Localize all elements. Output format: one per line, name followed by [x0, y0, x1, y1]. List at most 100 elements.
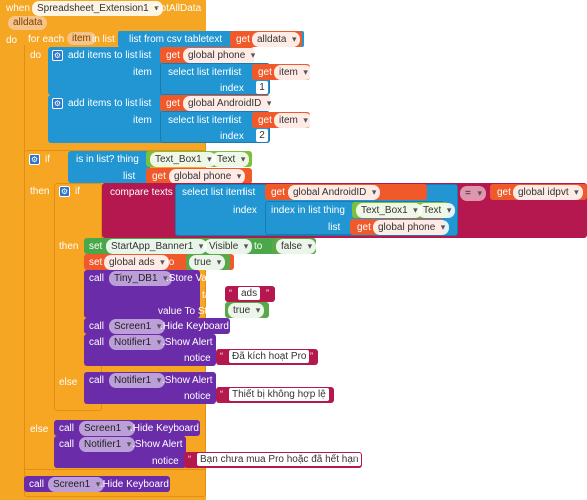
close-quote-icon: ”	[326, 389, 329, 399]
show-alert-label: .Show Alert	[162, 375, 213, 386]
list-from-csv-label: list from csv table	[129, 34, 207, 45]
notifier-component-dropdown[interactable]: Notifier1	[109, 335, 166, 350]
get-item-dropdown[interactable]: item	[274, 65, 312, 80]
get-phone-dropdown[interactable]: global phone	[169, 169, 246, 184]
add-list-label: list	[139, 50, 152, 61]
close-quote-icon: ”	[266, 288, 269, 298]
notice-label: notice	[184, 353, 211, 364]
if-label: if	[75, 186, 80, 197]
screen-component-dropdown[interactable]: Screen1	[79, 421, 136, 436]
list-label: list	[328, 222, 341, 233]
select-list-item-label: select list item	[182, 187, 245, 198]
textbox-property-dropdown[interactable]: Text	[418, 203, 456, 218]
else-label: else	[30, 424, 49, 435]
show-alert-label: .Show Alert	[132, 439, 183, 450]
get-label: get	[258, 67, 272, 78]
index-number[interactable]: 1	[256, 81, 268, 94]
event-component-dropdown[interactable]: Spreadsheet_Extension1	[32, 1, 163, 16]
textbox-component-dropdown[interactable]: Text_Box1	[356, 203, 422, 218]
banner-component-dropdown[interactable]: StartApp_Banner1	[106, 239, 208, 254]
global-ads-dropdown[interactable]: global ads	[104, 255, 169, 270]
true-dropdown[interactable]: true	[228, 303, 265, 318]
notice-label: notice	[184, 391, 211, 402]
else-label: else	[59, 377, 78, 388]
get-label: get	[357, 222, 371, 233]
value-to-store-label: value To Store	[158, 306, 222, 317]
set-label: set	[89, 257, 103, 268]
get-label: get	[152, 171, 166, 182]
index-in-list-label: index in list thing	[271, 205, 345, 216]
index-label: index	[220, 83, 244, 94]
mutator-gear-icon[interactable]: ⚙	[59, 186, 70, 197]
get-label: get	[166, 98, 180, 109]
mutator-gear-icon[interactable]: ⚙	[52, 50, 63, 61]
add-items-label: add items to list	[68, 98, 138, 109]
get-label: get	[258, 115, 272, 126]
open-quote-icon: “	[220, 389, 223, 399]
get-alldata-dropdown[interactable]: alldata	[252, 32, 301, 47]
get-idpvt-dropdown[interactable]: global idpvt	[513, 185, 583, 200]
item-label: item	[133, 67, 152, 78]
item-label: item	[133, 115, 152, 126]
notifier-component-dropdown[interactable]: Notifier1	[79, 437, 136, 452]
select-list-label: list	[229, 67, 242, 78]
compare-texts-label: compare texts	[110, 187, 173, 198]
close-quote-icon: ”	[354, 454, 357, 464]
if-label: if	[45, 154, 50, 165]
tinydb-component-dropdown[interactable]: Tiny_DB1	[109, 271, 172, 286]
open-quote-icon: “	[220, 351, 223, 361]
text-label: text	[206, 34, 223, 45]
foreach-do-label: do	[30, 50, 42, 61]
call-label: call	[89, 337, 105, 348]
hide-keyboard-label: .Hide Keyboard	[100, 479, 169, 490]
get-label: get	[271, 187, 285, 198]
show-alert-label: .Show Alert	[162, 337, 213, 348]
compare-operator-dropdown[interactable]: =	[460, 186, 486, 201]
tag-label: tag	[202, 290, 216, 301]
set-label: set	[89, 241, 103, 252]
screen-component-dropdown[interactable]: Screen1	[109, 319, 166, 334]
store-value-label: .Store Value	[166, 273, 221, 284]
true-dropdown[interactable]: true	[189, 255, 226, 270]
mutator-gear-icon[interactable]: ⚙	[52, 98, 63, 109]
tag-text-value[interactable]: ads	[238, 287, 261, 300]
open-quote-icon: “	[229, 288, 232, 298]
then-label: then	[30, 186, 50, 197]
notice-text-value[interactable]: Thiết bị không hợp lệ	[229, 388, 329, 401]
select-list-item-label: select list item	[168, 115, 231, 126]
get-androidid-dropdown[interactable]: global AndroidID	[288, 185, 381, 200]
event-name-label: .GotAllData	[150, 3, 202, 14]
call-label: call	[29, 479, 45, 490]
hide-keyboard-label: .Hide Keyboard	[130, 423, 199, 434]
textbox-property-dropdown[interactable]: Text	[212, 152, 250, 167]
select-list-label: list	[243, 187, 256, 198]
screen-component-dropdown[interactable]: Screen1	[48, 477, 105, 492]
mutator-gear-icon[interactable]: ⚙	[29, 154, 40, 165]
visible-property-dropdown[interactable]: Visible	[204, 239, 253, 254]
foreach-label: for each	[28, 34, 65, 45]
notice-label: notice	[152, 456, 179, 467]
call-label: call	[89, 321, 105, 332]
get-label: get	[166, 50, 180, 61]
alldata-param[interactable]: alldata	[8, 16, 48, 30]
call-label: call	[59, 439, 75, 450]
do-label: do	[6, 35, 18, 46]
notice-text-value[interactable]: Đã kích hoạt Pro	[229, 350, 310, 363]
then-label: then	[59, 241, 79, 252]
get-phone-dropdown[interactable]: global phone	[373, 220, 450, 235]
index-label: index	[220, 131, 244, 142]
get-androidid-dropdown[interactable]: global AndroidID	[183, 96, 276, 111]
is-in-list-label: is in list? thing	[76, 154, 139, 165]
textbox-component-dropdown[interactable]: Text_Box1	[150, 152, 216, 167]
notice-text-value[interactable]: Bạn chưa mua Pro hoặc đã hết hạn	[197, 453, 362, 466]
get-item-dropdown[interactable]: item	[274, 113, 312, 128]
get-label: get	[497, 187, 511, 198]
index-number[interactable]: 2	[256, 129, 268, 142]
index-label: index	[233, 205, 257, 216]
add-list-label: list	[139, 98, 152, 109]
to-label: to	[254, 241, 263, 252]
open-quote-icon: “	[188, 454, 191, 464]
get-phone-dropdown[interactable]: global phone	[183, 48, 260, 63]
notifier-component-dropdown[interactable]: Notifier1	[109, 373, 166, 388]
false-dropdown[interactable]: false	[276, 239, 317, 254]
